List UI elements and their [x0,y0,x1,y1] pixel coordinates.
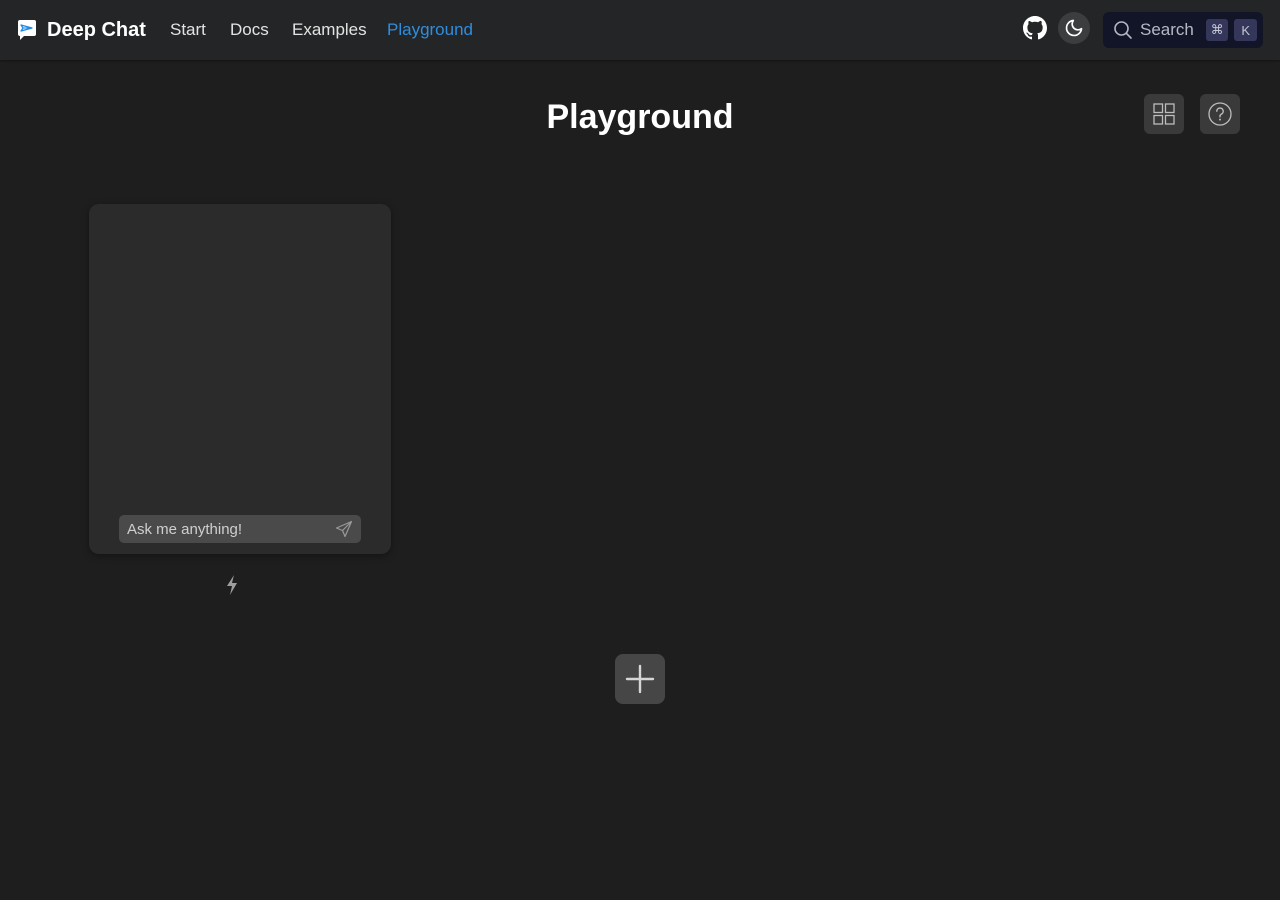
github-link[interactable] [1019,12,1051,44]
deep-chat-logo-icon [17,19,37,41]
nav-link-playground[interactable]: Playground [387,19,473,41]
send-button[interactable] [335,520,353,538]
brand-link[interactable]: Deep Chat [17,18,146,42]
help-button[interactable] [1200,94,1240,134]
send-icon [335,520,353,538]
add-chat-button[interactable] [615,654,665,704]
shortcut-key-cmd: ⌘ [1205,19,1229,41]
connect-button[interactable] [222,574,242,596]
grid-icon [1152,102,1176,126]
brand-title: Deep Chat [47,19,146,41]
search-icon [1113,20,1133,40]
github-icon [1023,16,1047,40]
theme-toggle-button[interactable] [1058,12,1090,44]
help-icon [1207,101,1233,127]
lightning-icon [224,574,240,596]
navbar: Deep Chat Start Docs Examples Playground… [0,0,1280,60]
nav-link-start[interactable]: Start [170,19,206,41]
chat-input-container [119,515,361,543]
search-button[interactable]: Search ⌘ K [1103,12,1263,48]
chat-input[interactable] [127,520,327,538]
nav-link-docs[interactable]: Docs [230,19,269,41]
search-label: Search [1140,20,1194,39]
nav-link-examples[interactable]: Examples [292,19,367,41]
layout-toggle-button[interactable] [1144,94,1184,134]
plus-icon [625,664,655,694]
chat-window [89,204,391,554]
page-title: Playground [546,98,734,136]
moon-icon [1064,18,1084,38]
shortcut-key-k: K [1234,19,1257,41]
